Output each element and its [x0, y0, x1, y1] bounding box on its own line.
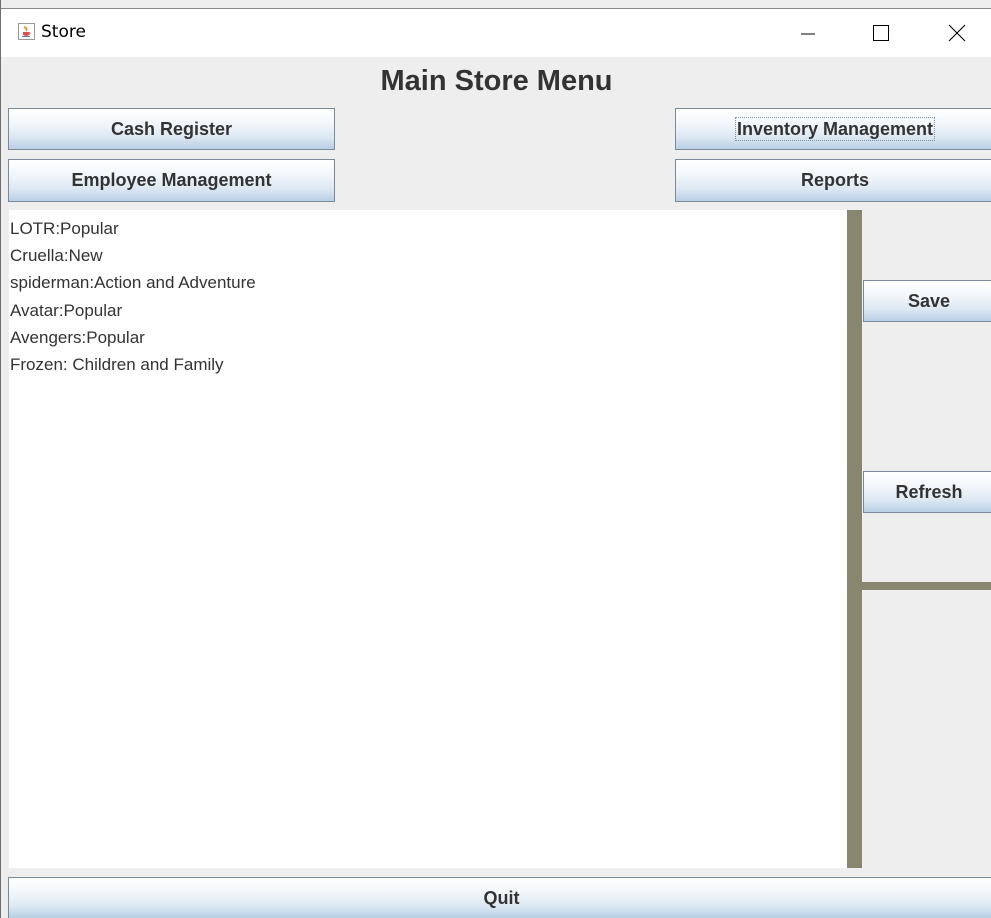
store-window: Store Main Store Menu Cash Register Inve…: [0, 0, 991, 918]
list-item: Frozen: Children and Family: [10, 354, 224, 374]
list-item: spiderman:Action and Adventure: [10, 273, 256, 293]
cash-register-label: Cash Register: [110, 118, 233, 139]
page-title: Main Store Menu: [380, 65, 613, 97]
list-item: Avatar:Popular: [10, 300, 123, 320]
list-item: Cruella:New: [10, 246, 103, 266]
title-bar[interactable]: Store: [1, 8, 991, 57]
maximize-icon: [873, 25, 889, 41]
employee-management-label: Employee Management: [71, 170, 272, 190]
reports-button[interactable]: Reports: [675, 159, 991, 202]
horizontal-divider: [862, 582, 991, 590]
list-item: LOTR:Popular: [10, 219, 119, 238]
list-item: Avengers:Popular: [10, 327, 145, 347]
refresh-button[interactable]: Refresh: [863, 471, 991, 513]
minimize-icon: [801, 33, 815, 35]
reports-label: Reports: [800, 170, 869, 190]
close-button[interactable]: [934, 9, 980, 57]
employee-management-button[interactable]: Employee Management: [8, 159, 335, 202]
save-label: Save: [907, 290, 951, 311]
inventory-management-label: Inventory Management: [734, 117, 936, 141]
minimize-button[interactable]: [785, 9, 831, 57]
window-title: Store: [41, 22, 86, 42]
inventory-text-area[interactable]: LOTR:Popular Cruella:New spiderman:Actio…: [9, 210, 847, 868]
vertical-divider: [847, 210, 862, 868]
maximize-button[interactable]: [858, 9, 904, 57]
refresh-label: Refresh: [895, 481, 963, 502]
save-button[interactable]: Save: [863, 280, 991, 322]
quit-label: Quit: [483, 887, 520, 908]
quit-button[interactable]: Quit: [8, 877, 991, 918]
java-cup-icon: [18, 23, 35, 40]
cash-register-button[interactable]: Cash Register: [8, 108, 335, 150]
close-icon: [948, 24, 966, 42]
inventory-management-button[interactable]: Inventory Management: [675, 108, 991, 150]
